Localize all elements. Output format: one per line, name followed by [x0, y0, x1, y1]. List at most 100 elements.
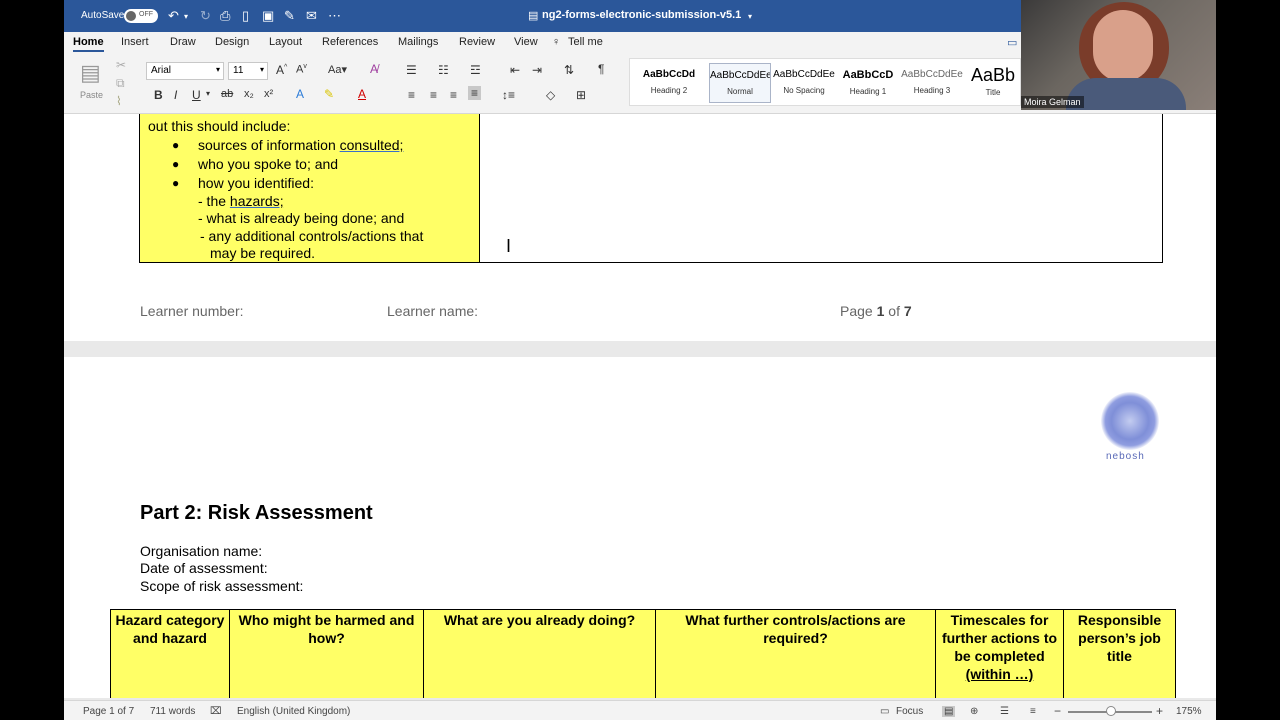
title-chevron-down-icon[interactable]: ▾ [748, 12, 752, 21]
tab-references[interactable]: References [322, 36, 378, 48]
align-left-icon[interactable]: ≡ [408, 88, 415, 102]
line-spacing-icon[interactable]: ↕≡ [502, 88, 515, 102]
style-preview: AaBbCcDdEe [773, 69, 835, 80]
page-2[interactable]: nebosh Part 2: Risk Assessment Organisat… [64, 357, 1216, 698]
increase-indent-icon[interactable]: ⇥ [532, 63, 542, 77]
cut-icon[interactable]: ✂ [116, 58, 126, 72]
grow-font-icon[interactable]: A^ [276, 63, 287, 77]
underline-icon[interactable]: U [192, 88, 201, 102]
header-responsible[interactable]: Responsible person’s job title [1063, 609, 1176, 698]
superscript-icon[interactable]: x² [264, 88, 273, 100]
tab-view[interactable]: View [514, 36, 538, 48]
tab-layout[interactable]: Layout [269, 36, 302, 48]
paste-button[interactable]: ▤ Paste [76, 58, 106, 102]
style-preview: AaBbCcDd [642, 69, 696, 80]
answer-cell[interactable] [479, 114, 1163, 263]
borders-icon[interactable]: ⊞ [576, 88, 586, 102]
page-1[interactable]: out this should include: ● sources of in… [64, 114, 1216, 341]
subscript-icon[interactable]: x₂ [244, 88, 254, 100]
tell-me-search[interactable]: Tell me [568, 36, 603, 48]
decrease-indent-icon[interactable]: ⇤ [510, 63, 520, 77]
zoom-slider-thumb[interactable] [1106, 706, 1116, 716]
show-formatting-icon[interactable]: ¶ [598, 62, 604, 76]
sort-icon[interactable]: ⇅ [564, 63, 574, 77]
zoom-in-icon[interactable]: + [1156, 704, 1163, 718]
format-painter-icon[interactable]: ⌇ [116, 94, 122, 108]
tab-mailings[interactable]: Mailings [398, 36, 438, 48]
shrink-font-icon[interactable]: Av [296, 63, 307, 76]
header-already-doing[interactable]: What are you already doing? [423, 609, 656, 698]
header-who-harmed[interactable]: Who might be harmed and how? [229, 609, 424, 698]
undo-dropdown-icon[interactable]: ▾ [184, 12, 188, 21]
table-header-row: Hazard category and hazard Who might be … [110, 609, 1176, 698]
web-layout-icon[interactable]: ⊕ [970, 706, 978, 717]
edit-icon[interactable]: ✎ [284, 8, 295, 24]
autosave-toggle[interactable]: OFF [124, 9, 158, 23]
bullet-how: how you identified: [198, 175, 314, 191]
save-icon[interactable]: ▣ [262, 8, 274, 24]
underline-chevron-icon[interactable]: ▾ [206, 89, 210, 98]
status-zoom[interactable]: 175% [1176, 706, 1202, 717]
autosave-label: AutoSave [81, 10, 125, 21]
tab-insert[interactable]: Insert [121, 36, 149, 48]
clear-formatting-icon[interactable]: A̸ [370, 62, 378, 76]
more-icon[interactable]: ⋯ [328, 8, 341, 24]
print-icon[interactable]: ⎙ [220, 8, 230, 24]
risk-assessment-table[interactable]: Hazard category and hazard Who might be … [110, 609, 1176, 698]
tab-review[interactable]: Review [459, 36, 495, 48]
sub-may-be-required: may be required. [210, 245, 316, 261]
align-right-icon[interactable]: ≡ [450, 88, 457, 102]
font-color-icon[interactable]: A [358, 87, 366, 101]
new-document-icon[interactable]: ▯ [242, 8, 249, 24]
outline-view-icon[interactable]: ☰ [1000, 706, 1009, 717]
style-name: No Spacing [783, 86, 825, 95]
bullets-icon[interactable]: ☰ [406, 63, 417, 77]
tab-design[interactable]: Design [215, 36, 249, 48]
align-center-icon[interactable]: ≡ [430, 88, 437, 102]
draft-view-icon[interactable]: ≡ [1030, 706, 1036, 717]
shading-icon[interactable]: ◇ [546, 88, 555, 102]
status-page[interactable]: Page 1 of 7 [83, 706, 134, 717]
undo-icon[interactable]: ↶ [168, 8, 179, 24]
strikethrough-icon[interactable]: ab [221, 88, 233, 100]
font-size-select[interactable]: 11 ▾ [228, 62, 268, 80]
font-name-chevron-icon: ▾ [215, 65, 220, 74]
style-no-spacing[interactable]: AaBbCcDdEe No Spacing [773, 63, 835, 103]
proofing-icon[interactable]: ⌧ [210, 706, 222, 717]
copy-icon[interactable]: ⧉ [116, 76, 125, 91]
redo-icon[interactable]: ↻ [200, 8, 211, 24]
focus-icon[interactable]: ▭ [880, 706, 889, 717]
font-name-select[interactable]: Arial ▾ [146, 62, 224, 80]
text-effects-icon[interactable]: A [296, 87, 304, 101]
comments-icon[interactable]: ▭ [1007, 36, 1017, 49]
header-further-controls[interactable]: What further controls/actions are requir… [655, 609, 936, 698]
tab-home[interactable]: Home [73, 36, 104, 52]
clipboard-icon: ▤ [80, 60, 101, 85]
numbering-icon[interactable]: ☷ [438, 63, 449, 77]
document-title[interactable]: ng2-forms-electronic-submission-v5.1 [542, 9, 741, 21]
bold-icon[interactable]: B [154, 88, 163, 102]
footer-page-number: Page 1 of 7 [840, 303, 912, 319]
header-timescales[interactable]: Timescales for further actions to be com… [935, 609, 1064, 698]
style-normal[interactable]: AaBbCcDdEe Normal [709, 63, 771, 103]
status-language[interactable]: English (United Kingdom) [237, 706, 350, 717]
highlight-icon[interactable]: ✎ [324, 87, 334, 101]
style-heading-2[interactable]: AaBbCcDd Heading 2 [638, 63, 700, 103]
zoom-out-icon[interactable]: − [1054, 704, 1061, 718]
style-heading-3[interactable]: AaBbCcDdEe Heading 3 [901, 63, 963, 103]
guidance-cell[interactable]: out this should include: ● sources of in… [139, 114, 480, 263]
print-layout-icon[interactable]: ▤ [942, 706, 956, 717]
multilevel-list-icon[interactable]: ☲ [470, 63, 481, 77]
style-title[interactable]: AaBb Title [965, 63, 1021, 103]
status-word-count[interactable]: 711 words [150, 706, 195, 717]
justify-icon[interactable]: ≡ [468, 86, 482, 100]
status-focus[interactable]: Focus [896, 706, 923, 717]
email-icon[interactable]: ✉ [306, 8, 317, 24]
change-case-icon[interactable]: Aa▾ [328, 63, 347, 76]
document-canvas[interactable]: out this should include: ● sources of in… [64, 114, 1216, 698]
tab-draw[interactable]: Draw [170, 36, 196, 48]
italic-icon[interactable]: I [174, 88, 177, 102]
header-hazard[interactable]: Hazard category and hazard [110, 609, 230, 698]
bullet-icon: ● [172, 176, 180, 190]
style-heading-1[interactable]: AaBbCcD Heading 1 [837, 63, 899, 103]
